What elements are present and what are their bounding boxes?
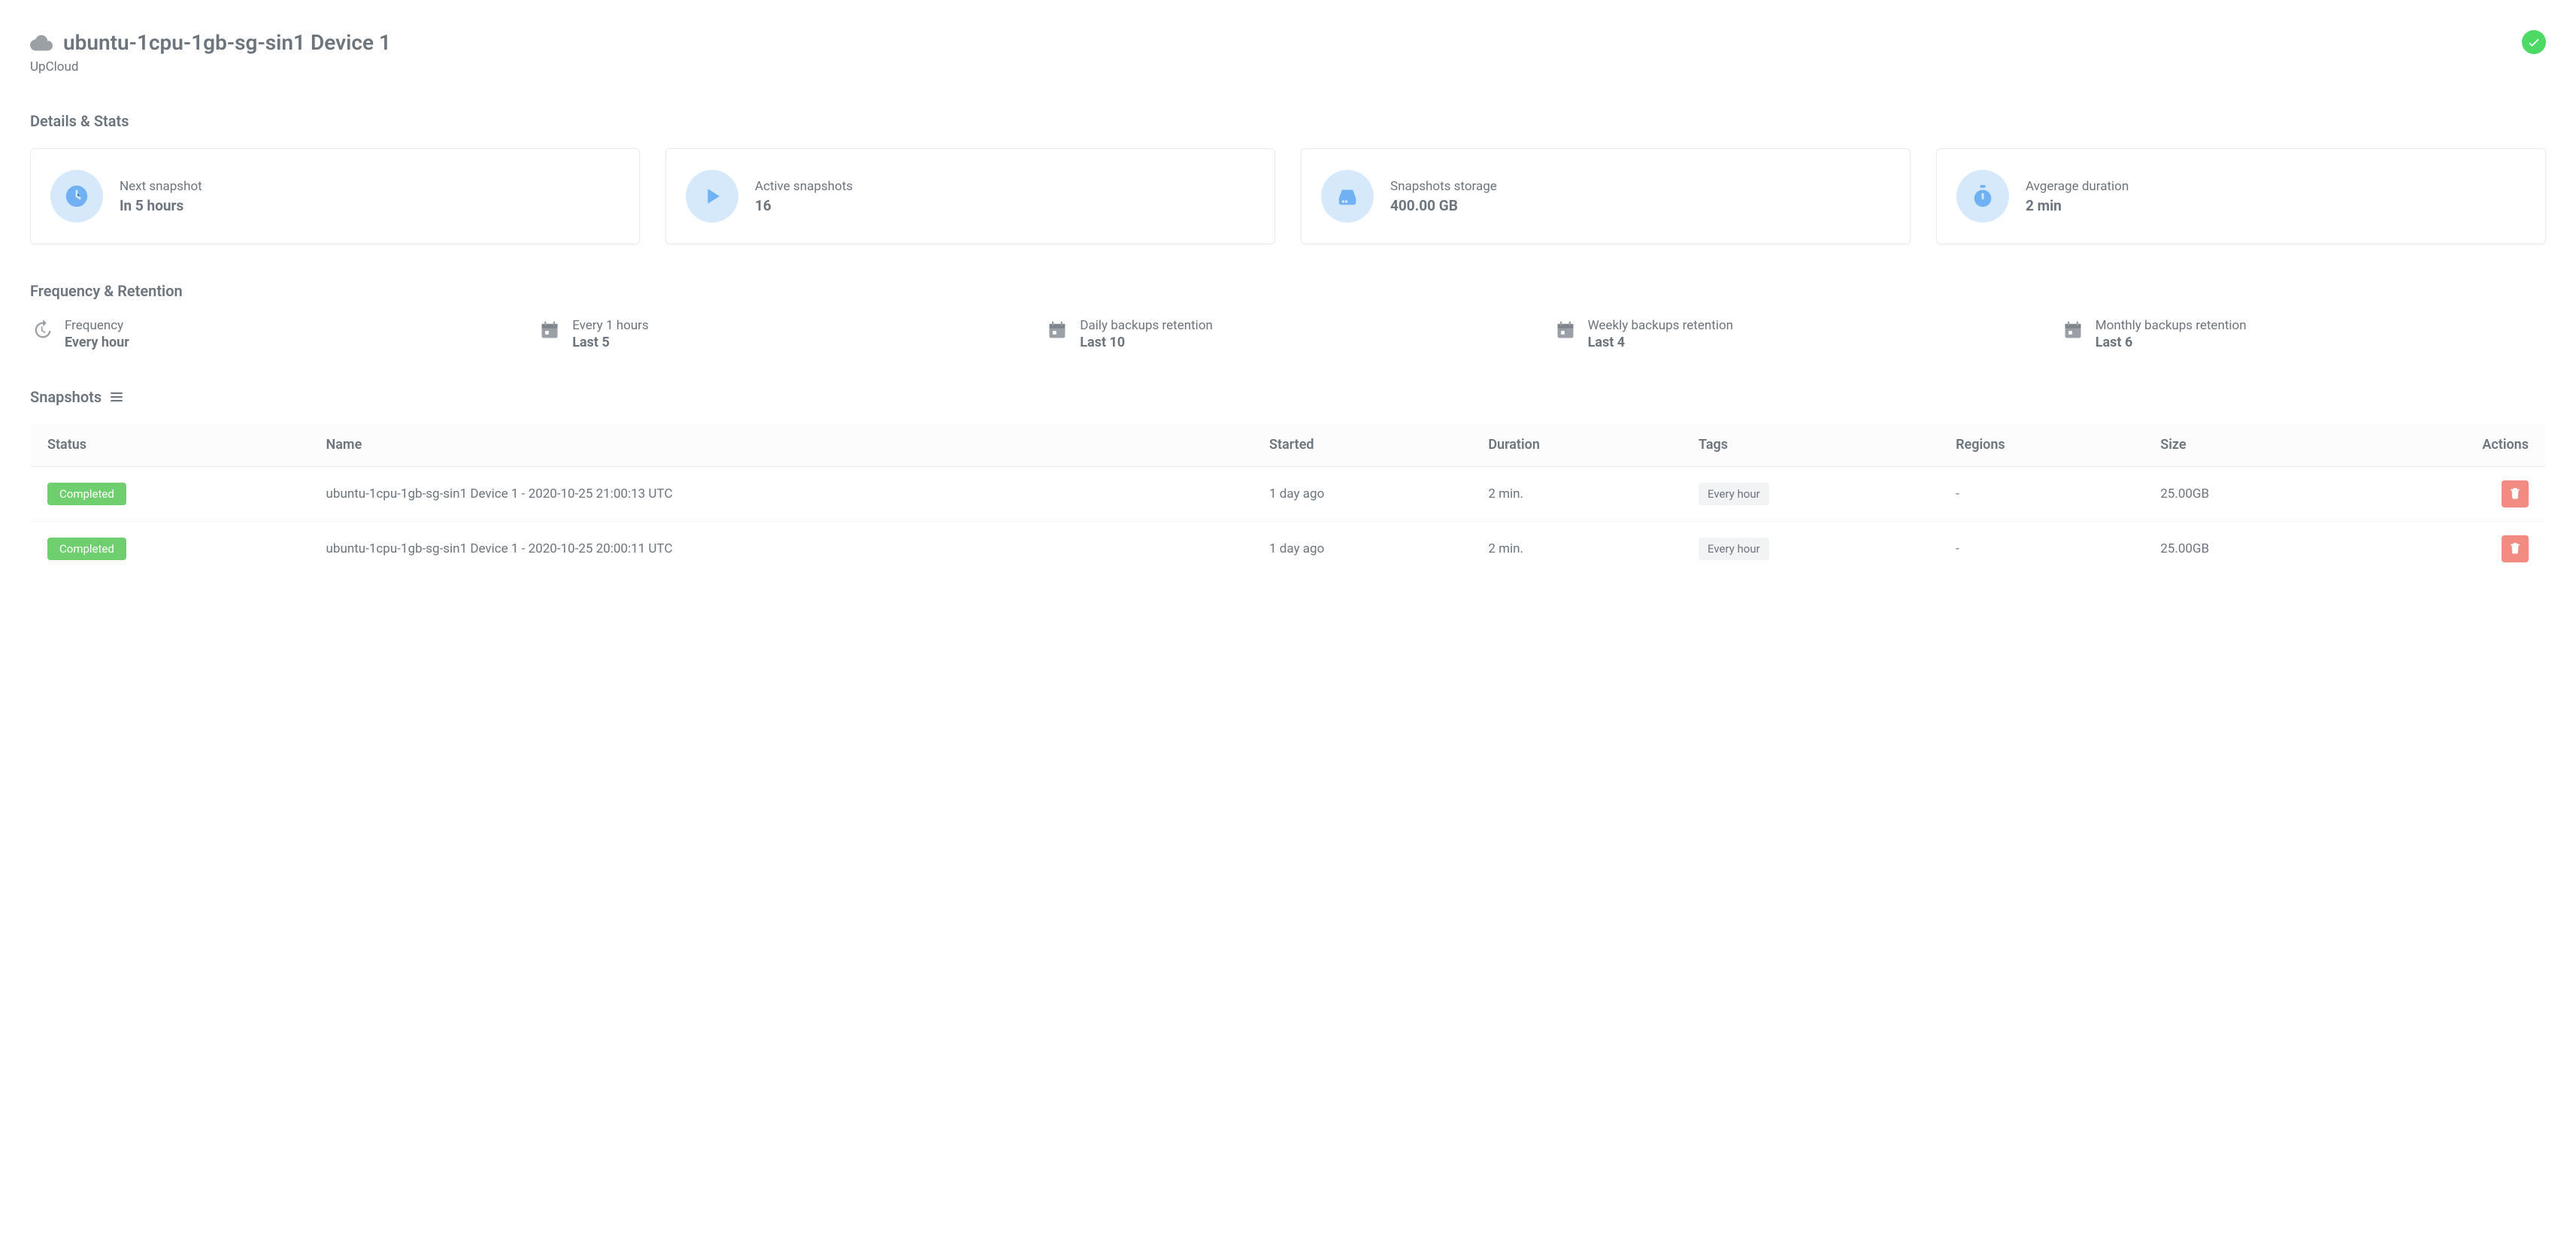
freq-value: Last 4 [1588,335,1733,350]
drive-icon [1321,170,1374,223]
status-badge: Completed [47,483,126,505]
stat-label: Next snapshot [120,179,202,194]
status-badge: Completed [47,538,126,560]
snapshot-duration: 2 min. [1471,467,1682,522]
stat-value: In 5 hours [120,197,202,214]
table-header-row: Status Name Started Duration Tags Region… [31,423,2546,467]
col-size: Size [2144,423,2347,467]
col-started: Started [1253,423,1471,467]
calendar-icon [1045,318,1069,342]
cloud-icon [30,35,53,51]
col-duration: Duration [1471,423,1682,467]
freq-row: Frequency Every hour Every 1 hours Last … [30,318,2546,350]
freq-item-daily: Daily backups retention Last 10 [1045,318,1530,350]
col-actions: Actions [2347,423,2546,467]
freq-label: Weekly backups retention [1588,318,1733,333]
freq-label: Monthly backups retention [2096,318,2247,333]
col-regions: Regions [1939,423,2144,467]
section-snapshots-title: Snapshots [30,388,102,406]
card-next-snapshot: Next snapshot In 5 hours [30,148,640,244]
trash-icon [2508,486,2522,502]
snapshot-name: ubuntu-1cpu-1gb-sg-sin1 Device 1 - 2020-… [310,467,1253,522]
section-freq-title: Frequency & Retention [30,282,2546,300]
tag-badge: Every hour [1699,483,1769,505]
freq-item-hourly: Every 1 hours Last 5 [538,318,1023,350]
snapshot-started: 1 day ago [1253,467,1471,522]
tag-badge: Every hour [1699,538,1769,560]
trash-icon [2508,541,2522,557]
stat-label: Snapshots storage [1390,179,1497,194]
freq-item-frequency: Frequency Every hour [30,318,515,350]
calendar-icon [2061,318,2085,342]
snapshot-name: ubuntu-1cpu-1gb-sg-sin1 Device 1 - 2020-… [310,522,1253,577]
freq-value: Every hour [65,335,129,350]
freq-label: Frequency [65,318,129,333]
card-snapshots-storage: Snapshots storage 400.00 GB [1301,148,1911,244]
freq-value: Last 6 [2096,335,2247,350]
freq-item-monthly: Monthly backups retention Last 6 [2061,318,2546,350]
title-line: ubuntu-1cpu-1gb-sg-sin1 Device 1 [30,30,391,55]
snapshots-table: Status Name Started Duration Tags Region… [30,423,2546,577]
page-title: ubuntu-1cpu-1gb-sg-sin1 Device 1 [63,30,391,55]
list-options-icon[interactable] [111,392,123,401]
calendar-icon [1553,318,1577,342]
stat-label: Active snapshots [755,179,853,194]
table-row: Completed ubuntu-1cpu-1gb-sg-sin1 Device… [31,467,2546,522]
page-header: ubuntu-1cpu-1gb-sg-sin1 Device 1 UpCloud [30,30,2546,74]
snapshot-started: 1 day ago [1253,522,1471,577]
card-active-snapshots: Active snapshots 16 [665,148,1275,244]
snapshot-duration: 2 min. [1471,522,1682,577]
freq-value: Last 5 [572,335,649,350]
delete-button[interactable] [2502,535,2529,562]
history-icon [30,318,54,342]
stat-value: 16 [755,197,853,214]
snapshot-regions: - [1939,522,2144,577]
section-details-title: Details & Stats [30,112,2546,130]
status-ok-icon [2522,30,2546,54]
snapshots-title-row: Snapshots [30,388,2546,406]
play-icon [686,170,738,223]
delete-button[interactable] [2502,480,2529,507]
stopwatch-icon [1956,170,2009,223]
stat-value: 400.00 GB [1390,197,1497,214]
freq-label: Every 1 hours [572,318,649,333]
title-block: ubuntu-1cpu-1gb-sg-sin1 Device 1 UpCloud [30,30,391,74]
calendar-icon [538,318,562,342]
col-tags: Tags [1682,423,1939,467]
provider-name: UpCloud [30,59,391,74]
snapshot-regions: - [1939,467,2144,522]
freq-label: Daily backups retention [1080,318,1213,333]
snapshot-size: 25.00GB [2144,467,2347,522]
stat-label: Avgerage duration [2026,179,2129,194]
stat-value: 2 min [2026,197,2129,214]
freq-item-weekly: Weekly backups retention Last 4 [1553,318,2038,350]
table-row: Completed ubuntu-1cpu-1gb-sg-sin1 Device… [31,522,2546,577]
clock-icon [50,170,103,223]
card-average-duration: Avgerage duration 2 min [1936,148,2546,244]
freq-value: Last 10 [1080,335,1213,350]
snapshot-size: 25.00GB [2144,522,2347,577]
col-name: Name [310,423,1253,467]
stats-cards: Next snapshot In 5 hours Active snapshot… [30,148,2546,244]
col-status: Status [31,423,310,467]
